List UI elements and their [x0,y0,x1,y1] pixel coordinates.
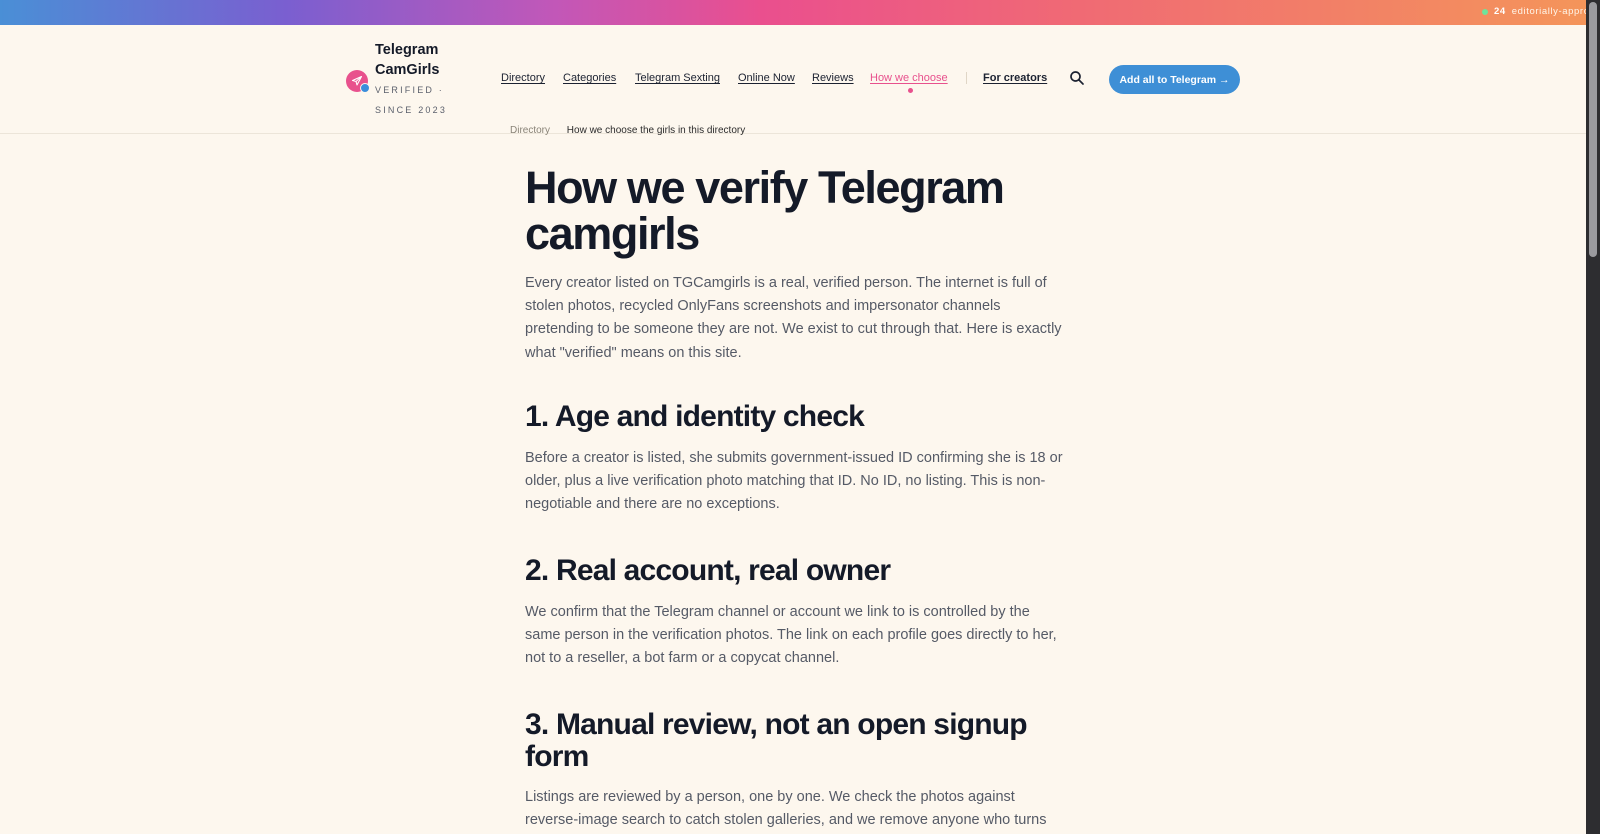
section-body-age-identity: Before a creator is listed, she submits … [525,450,1063,513]
nav-telegram-sexting[interactable]: Telegram Sexting [635,72,720,84]
breadcrumb-root[interactable]: Directory [510,125,550,136]
section-heading-real-account: 2. Real account, real owner [525,554,891,587]
nav-for-creators[interactable]: For creators [983,72,1047,84]
verified-check-icon [360,83,370,93]
announcement-text: editorially-appro [1511,6,1586,17]
search-icon[interactable] [1069,70,1085,86]
brand-tagline: VERIFIED · SINCE 2023 [375,85,448,115]
magnifier-icon [1070,71,1084,85]
live-dot-icon [1482,8,1488,15]
brand-name[interactable]: Telegram CamGirls [375,40,475,80]
breadcrumb-current: How we choose the girls in this director… [566,125,746,136]
page-title: How we verify Telegram camgirls [525,162,1005,259]
add-all-to-telegram-button[interactable]: Add all to Telegram → [1109,65,1240,94]
article: How we verify Telegram camgirls Every cr… [525,162,1065,829]
active-indicator-dot [908,88,913,93]
nav-divider [966,72,967,84]
page-scrollbar[interactable] [1586,0,1600,834]
announcement-bar: 24 editorially-appro [0,0,1586,25]
nav-how-we-choose[interactable]: How we choose [870,72,948,84]
scrollbar-thumb[interactable] [1589,2,1597,257]
section-heading-manual-review: 3. Manual review, not an open signup for… [525,708,1028,773]
nav-online-now[interactable]: Online Now [738,72,795,84]
nav-categories[interactable]: Categories [563,72,616,84]
section-body-real-account: We confirm that the Telegram channel or … [525,604,1057,667]
nav-reviews[interactable]: Reviews [812,72,854,84]
section-body-manual-review: Listings are reviewed by a person, one b… [525,789,1047,829]
intro-paragraph: Every creator listed on TGCamgirls is a … [525,275,1062,361]
section-heading-age-identity: 1. Age and identity check [525,400,865,433]
announcement-ticker: 24 editorially-appro [1482,6,1586,17]
announcement-count: 24 [1494,6,1506,17]
breadcrumb: Directory How we choose the girls in thi… [510,125,745,136]
site-header: Telegram CamGirls VERIFIED · SINCE 2023 … [0,25,1586,134]
nav-directory[interactable]: Directory [501,72,545,84]
